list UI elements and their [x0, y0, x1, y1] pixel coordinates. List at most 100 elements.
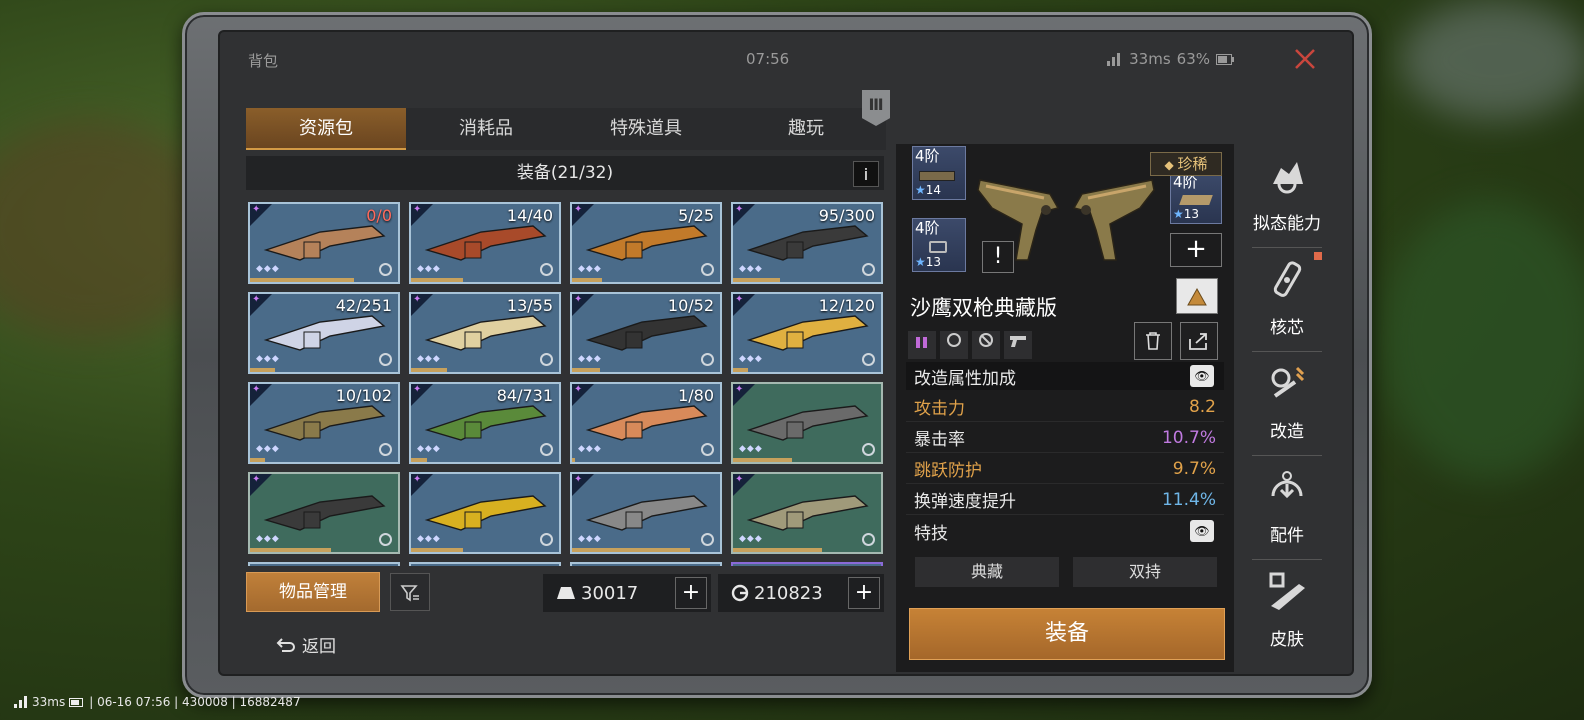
gear-icon [379, 263, 392, 276]
category-tabs: 资源包 消耗品 特殊道具 趣玩 [246, 108, 886, 150]
inventory-item-desert-eagle-dual[interactable]: ✦ 10/102 ◆◆◆ [248, 382, 400, 464]
rarity-dots: ◆◆◆ [739, 444, 763, 454]
inventory-item-chainsaw[interactable]: ✦ ◆◆◆ [409, 472, 561, 554]
rarity-dots: ◆◆◆ [256, 264, 280, 274]
durability-bar [733, 548, 822, 552]
inventory-item-shovel[interactable]: ✦ ◆◆◆ [731, 472, 883, 554]
inventory-item-partial[interactable] [731, 562, 883, 566]
gear-icon [540, 263, 553, 276]
compare-button[interactable] [1176, 278, 1218, 314]
inventory-item-plasma-rifle[interactable]: ✦ 42/251 ◆◆◆ [248, 292, 400, 374]
gear-icon [862, 353, 875, 366]
tab-resource-pack[interactable]: 资源包 [246, 108, 406, 150]
mod-slot-3[interactable]: 4阶 ★13 [1170, 172, 1222, 224]
back-button[interactable]: 返回 [276, 632, 336, 657]
add-gold-button[interactable]: + [675, 577, 707, 609]
item-count: 84/731 [496, 386, 553, 405]
signal-icon [14, 696, 27, 708]
inventory-item-pickaxe[interactable]: ✦ ◆◆◆ [248, 472, 400, 554]
add-mod-button[interactable]: + [1170, 233, 1222, 267]
trait-dual-wield[interactable]: 双持 [1073, 557, 1217, 587]
inventory-item-axe[interactable]: ✦ ◆◆◆ [731, 382, 883, 464]
battery-icon [1216, 53, 1234, 65]
gear-icon [379, 443, 392, 456]
weapon-tags [908, 331, 1032, 359]
inventory-item-partial[interactable] [409, 562, 561, 566]
stat-value: 8.2 [1188, 396, 1216, 417]
inventory-item-gatling-gun[interactable]: ✦ 5/25 ◆◆◆ [570, 202, 722, 284]
durability-bar [411, 548, 463, 552]
trait-collection[interactable]: 典藏 [915, 557, 1059, 587]
equip-button[interactable]: 装备 [909, 608, 1225, 660]
mod-stars: ★13 [915, 255, 942, 269]
inventory-item-sniper-rifle[interactable]: ✦ 14/40 ◆◆◆ [409, 202, 561, 284]
inventory-item-golden-pistols[interactable]: ✦ 12/120 ◆◆◆ [731, 292, 883, 374]
sidenav-core[interactable]: 核芯 [1246, 248, 1328, 352]
gear-icon [701, 353, 714, 366]
rarity-dots: ◆◆◆ [417, 354, 441, 364]
gear-icon [379, 353, 392, 366]
sidenav-attachments[interactable]: 配件 [1246, 456, 1328, 560]
modify-stats-label: 改造属性加成 [914, 368, 1016, 389]
signal-icon [1107, 53, 1121, 66]
delete-button[interactable] [1134, 322, 1172, 360]
stat-value: 11.4% [1161, 489, 1216, 510]
gear-icon [862, 443, 875, 456]
filter-button[interactable] [390, 573, 430, 611]
share-button[interactable] [1180, 322, 1218, 360]
inventory-item-partial[interactable] [248, 562, 400, 566]
inventory-item-camo-rifle[interactable]: ✦ 84/731 ◆◆◆ [409, 382, 561, 464]
mod-slot-2[interactable]: 4阶 ★13 [912, 218, 966, 272]
info-button[interactable]: i [853, 161, 879, 187]
durability-bar [572, 548, 691, 552]
tab-consumables[interactable]: 消耗品 [406, 108, 566, 150]
eye-icon[interactable]: 👁 [1190, 365, 1214, 387]
debug-hud: 33ms | 06-16 07:56 | 430008 | 16882487 [14, 695, 301, 709]
inventory-item-partial[interactable] [570, 562, 722, 566]
mimic-ability-icon [1273, 162, 1303, 194]
gear-icon [862, 263, 875, 276]
rarity-dots: ◆◆◆ [256, 354, 280, 364]
inventory-item-scorpion-blaster[interactable]: ✦ 1/80 ◆◆◆ [570, 382, 722, 464]
inventory-item-serrated-sword[interactable]: ✦ ◆◆◆ [570, 472, 722, 554]
item-count: 0/0 [366, 206, 392, 225]
currency-coin: 210823 + [718, 574, 884, 612]
durability-bar [733, 368, 748, 372]
item-count: 14/40 [506, 206, 553, 225]
sidenav-modify[interactable]: 改造 [1246, 352, 1328, 456]
pistol-tag-icon [1004, 331, 1032, 359]
add-coin-button[interactable]: + [848, 577, 880, 609]
tab-special-items[interactable]: 特殊道具 [566, 108, 726, 150]
rarity-dots: ◆◆◆ [256, 534, 280, 544]
battery-value: 63% [1176, 50, 1210, 68]
durability-bar [733, 458, 793, 462]
inventory-grid: ✦ 0/0 ◆◆◆ ✦ 14/40 ◆◆◆ ✦ 5/25 ◆◆◆ ✦ 95/300 ◆◆◆ ✦ 42/25… [246, 200, 884, 566]
inventory-item-assault-rifle[interactable]: ✦ 95/300 ◆◆◆ [731, 202, 883, 284]
inventory-item-fishing-rod[interactable]: ✦ 0/0 ◆◆◆ [248, 202, 400, 284]
stat-row: 换弹速度提升 11.4% [906, 485, 1224, 515]
inventory-item-drum-shotgun[interactable]: ✦ 10/52 ◆◆◆ [570, 292, 722, 374]
stat-name: 攻击力 [914, 399, 965, 419]
item-count: 12/120 [818, 296, 875, 315]
rarity-dots: ◆◆◆ [739, 264, 763, 274]
stat-row: 跳跃防护 9.7% [906, 454, 1224, 484]
coin-amount: 210823 [754, 582, 823, 604]
currency-gold: 30017 + [543, 574, 711, 612]
modify-stats-header: 改造属性加成 👁 [906, 362, 1224, 390]
close-button[interactable] [1290, 44, 1320, 74]
sidenav-skin[interactable]: 皮肤 [1246, 560, 1328, 664]
sidenav-mimic-ability[interactable]: 拟态能力 [1246, 144, 1328, 248]
window-title: 背包 [248, 52, 279, 70]
eye-icon[interactable]: 👁 [1190, 520, 1214, 542]
warning-button[interactable]: ! [982, 241, 1014, 273]
item-art-serrated-sword [585, 495, 708, 531]
gear-icon [379, 533, 392, 546]
rarity-dots: ◆◆◆ [578, 354, 602, 364]
stat-value: 9.7% [1172, 458, 1216, 479]
mod-slot-1[interactable]: 4阶 ★14 [912, 146, 966, 200]
item-management-button[interactable]: 物品管理 [246, 572, 380, 612]
swap-tag-icon [940, 331, 968, 359]
stat-name: 跳跃防护 [914, 461, 982, 481]
inventory-item-energy-blaster[interactable]: ✦ 13/55 ◆◆◆ [409, 292, 561, 374]
trait-label: 特技 [914, 523, 948, 544]
